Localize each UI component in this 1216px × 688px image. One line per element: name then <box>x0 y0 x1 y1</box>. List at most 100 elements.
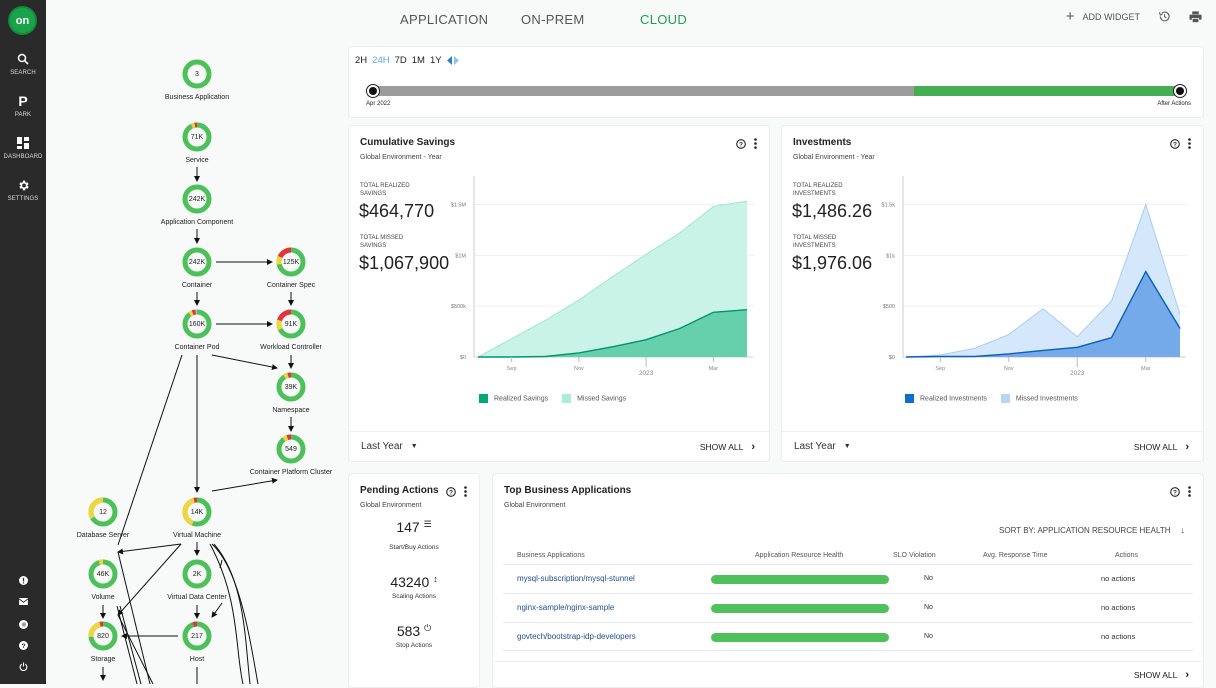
range-1m[interactable]: 1M <box>412 55 425 66</box>
savings-legend: Realized Savings Missed Savings <box>479 394 626 403</box>
tab-cloud[interactable]: CLOUD <box>640 12 687 27</box>
sort-by-dropdown[interactable]: SORT BY: APPLICATION RESOURCE HEALTH ↓ <box>999 525 1185 535</box>
table-row[interactable]: mysql-subscription/mysql-stunnel No no a… <box>503 564 1193 593</box>
help-icon[interactable]: ? <box>1170 138 1180 149</box>
supply-chain-edges <box>100 167 294 684</box>
column-header-resource-health[interactable]: Application Resource Health <box>755 552 843 559</box>
x-tick-label: Sep <box>935 366 945 372</box>
more-options-icon[interactable] <box>464 486 467 497</box>
investments-card: Investments Global Environment - Year ? … <box>781 125 1204 462</box>
investments-chart: $0 $500 $1k $1.5k Sep Nov 2023 Mar <box>882 176 1188 377</box>
help-icon[interactable]: ? <box>1170 486 1180 497</box>
help-icon[interactable]: ? <box>736 138 746 149</box>
tab-application[interactable]: APPLICATION <box>400 12 488 27</box>
column-header-actions[interactable]: Actions <box>1115 552 1138 559</box>
card-title: Pending Actions <box>360 485 439 496</box>
arrow-down-icon: ↓ <box>1180 525 1186 535</box>
show-all-button[interactable]: SHOW ALL › <box>1134 669 1189 681</box>
node-vol[interactable]: 46K <box>88 559 118 589</box>
node-count: 46K <box>96 570 110 578</box>
node-st[interactable]: 820 <box>88 621 118 651</box>
show-all-button[interactable]: SHOW ALL › <box>1134 441 1189 453</box>
show-all-button[interactable]: SHOW ALL › <box>700 441 755 453</box>
legend-item-missed: Missed Savings <box>562 394 626 403</box>
realized-savings-value: $464,770 <box>359 201 435 221</box>
node-cp[interactable]: 160K <box>182 309 212 339</box>
slo-value: No <box>924 575 933 582</box>
help-icon[interactable]: ? <box>446 486 456 497</box>
missed-investments-label: TOTAL MISSED INVESTMENTS <box>793 235 837 249</box>
edge <box>211 477 278 492</box>
node-vdc[interactable]: 2K <box>182 559 212 589</box>
range-1y[interactable]: 1Y <box>430 55 442 66</box>
table-row[interactable]: govtech/bootstrap-idp-developers No no a… <box>503 622 1193 651</box>
node-count: 91K <box>284 320 298 328</box>
period-dropdown[interactable]: Last Year ▼ <box>794 441 851 452</box>
y-tick-label: $1.5M <box>451 203 467 209</box>
y-tick-label: $0 <box>460 355 466 361</box>
node-vm[interactable]: 14K <box>182 497 212 527</box>
tab-on-prem[interactable]: ON-PREM <box>521 12 585 27</box>
node-label: Application Component <box>160 219 234 226</box>
node-wc[interactable]: 91K <box>276 309 306 339</box>
timeline-end-handle[interactable] <box>1173 84 1187 98</box>
legend-item-realized: Realized Savings <box>479 394 548 403</box>
column-header-avg-response-time[interactable]: Avg. Response Time <box>983 552 1047 559</box>
node-cpc[interactable]: 549 <box>276 434 306 464</box>
scaling-actions-count[interactable]: 43240 ↕ <box>349 574 479 590</box>
edge <box>211 543 259 684</box>
app-link[interactable]: nginx-sample/nginx-sample <box>517 603 614 612</box>
node-db[interactable]: 12 <box>88 497 118 527</box>
chevron-right-icon: › <box>1185 441 1189 453</box>
timeline-start-handle[interactable] <box>366 84 380 98</box>
range-7d[interactable]: 7D <box>395 55 407 66</box>
history-icon[interactable] <box>1158 10 1171 23</box>
timeline-end-label: After Actions <box>1157 101 1191 107</box>
realized-investments-value: $1,486.26 <box>792 201 873 221</box>
add-widget-button[interactable]: + ADD WIDGET <box>1065 7 1140 25</box>
node-cs[interactable]: 125K <box>276 247 306 277</box>
node-count: 39K <box>284 383 298 391</box>
server-icon: ☰ <box>423 519 432 529</box>
table-row[interactable]: nginx-sample/nginx-sample No no actions <box>503 593 1193 622</box>
slo-value: No <box>924 633 933 640</box>
print-icon[interactable] <box>1189 10 1202 23</box>
y-tick-label: $1k <box>886 253 895 259</box>
y-tick-label: $500k <box>451 304 466 310</box>
stop-actions-count[interactable]: 583 ⏻ <box>349 623 479 639</box>
y-tick-label: $1.5k <box>882 203 896 209</box>
node-count: 12 <box>99 508 107 516</box>
missed-investments-value: $1,976.06 <box>792 253 873 273</box>
node-ct[interactable]: 242K <box>182 247 212 277</box>
start-buy-actions-count[interactable]: 147 ☰ <box>349 519 479 535</box>
legend-item-realized: Realized Investments <box>905 394 987 403</box>
y-tick-label: $0 <box>889 355 895 361</box>
more-options-icon[interactable] <box>1188 486 1191 497</box>
app-link[interactable]: govtech/bootstrap-idp-developers <box>517 632 636 641</box>
node-ba[interactable]: 3 <box>182 59 212 89</box>
timeline-start-label: Apr 2022 <box>366 101 391 107</box>
plus-icon: + <box>1065 7 1075 25</box>
node-ac[interactable]: 242K <box>182 184 212 214</box>
node-label: Virtual Data Center <box>167 594 227 601</box>
edge <box>117 354 183 546</box>
app-link[interactable]: mysql-subscription/mysql-stunnel <box>517 574 635 583</box>
scroll-arrows-icon[interactable] <box>446 56 459 65</box>
column-header-slo-violation[interactable]: SLO Violation <box>893 552 936 559</box>
node-ns[interactable]: 39K <box>276 372 306 402</box>
column-header-business-applications[interactable]: Business Applications <box>517 552 585 559</box>
health-bar <box>711 575 889 584</box>
y-tick-label: $1M <box>455 253 466 259</box>
x-tick-label: Mar <box>709 366 719 372</box>
node-label: Workload Controller <box>260 344 322 351</box>
range-2h[interactable]: 2H <box>355 55 367 66</box>
more-options-icon[interactable] <box>1188 138 1191 149</box>
chevron-right-icon: › <box>751 441 755 453</box>
more-options-icon[interactable] <box>754 138 757 149</box>
timeline-track[interactable] <box>373 86 1181 96</box>
node-svc[interactable]: 71K <box>182 122 212 152</box>
node-host[interactable]: 217 <box>182 621 212 651</box>
period-dropdown[interactable]: Last Year ▼ <box>361 441 418 452</box>
range-24h[interactable]: 24H <box>372 55 389 66</box>
node-count: 71K <box>190 133 204 141</box>
